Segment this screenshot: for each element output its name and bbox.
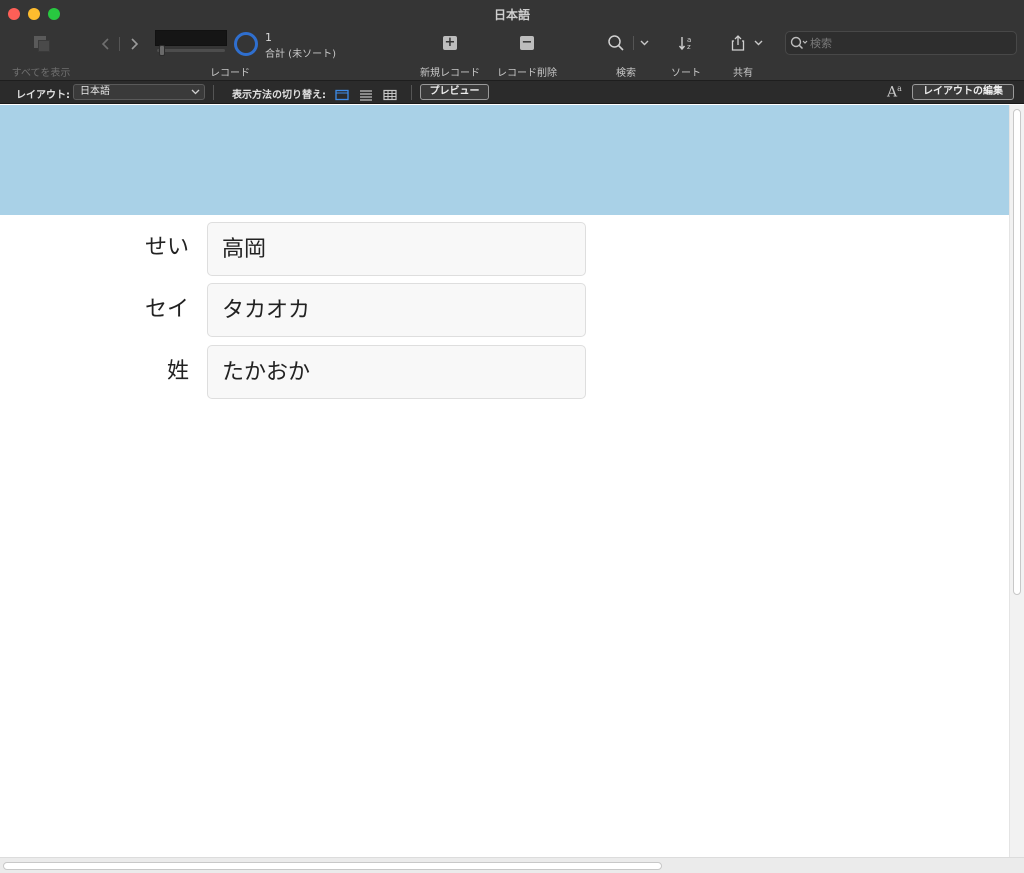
vertical-scrollbar-thumb[interactable]	[1013, 109, 1021, 595]
app-window: 日本語 すべてを表示 1 合計 (未ソート) レコード + 新規レコード − レ…	[0, 0, 1024, 873]
layout-bar-separator	[411, 85, 412, 100]
chevron-down-icon	[191, 85, 200, 104]
field-sei-hiragana[interactable]: 高岡	[207, 222, 586, 276]
next-record-icon[interactable]	[126, 34, 142, 54]
previous-record-icon[interactable]	[98, 34, 114, 54]
show-all-label: すべてを表示	[11, 68, 71, 79]
field-label-sei-katakana: セイ	[144, 297, 189, 322]
delete-record-icon[interactable]: −	[520, 36, 534, 50]
vertical-scrollbar[interactable]	[1009, 105, 1024, 857]
layout-select-value: 日本語	[80, 86, 110, 97]
layout-select[interactable]: 日本語	[73, 84, 205, 100]
toolbar-search-field[interactable]	[785, 31, 1017, 55]
table-view-icon[interactable]	[383, 86, 397, 101]
find-separator	[633, 36, 634, 50]
share-chevron-down-icon[interactable]	[752, 35, 764, 51]
sort-label: ソート	[671, 68, 701, 79]
record-label: レコード	[210, 68, 250, 79]
svg-text:z: z	[687, 43, 691, 51]
field-label-sei-hiragana: せい	[144, 235, 189, 260]
delete-record-label: レコード削除	[497, 68, 557, 79]
list-view-icon[interactable]	[359, 86, 373, 101]
new-record-icon[interactable]: +	[443, 36, 457, 50]
view-as-label: 表示方法の切り替え:	[232, 90, 326, 101]
layout-label: レイアウト:	[16, 90, 70, 101]
share-icon[interactable]	[728, 33, 748, 53]
record-slider-track[interactable]	[157, 49, 225, 52]
find-label: 検索	[616, 68, 636, 79]
edit-layout-button[interactable]: レイアウトの編集	[912, 84, 1014, 100]
record-progress-ring	[234, 32, 258, 56]
field-sei-kanji[interactable]: たかおか	[207, 345, 586, 399]
share-label: 共有	[733, 68, 753, 79]
layout-bar: レイアウト: 日本語 表示方法の切り替え: プレビュー Aa レイアウトの編集	[0, 81, 1024, 104]
new-record-label: 新規レコード	[420, 68, 480, 79]
nav-separator	[119, 37, 120, 51]
horizontal-scrollbar-thumb[interactable]	[3, 862, 662, 870]
title-toolbar: 日本語 すべてを表示 1 合計 (未ソート) レコード + 新規レコード − レ…	[0, 0, 1024, 81]
record-total: 合計 (未ソート)	[265, 49, 336, 60]
sort-icon[interactable]: az	[677, 33, 697, 53]
preview-button[interactable]: プレビュー	[420, 84, 489, 100]
layout-header-band	[0, 105, 1009, 215]
record-content: せい 高岡 セイ タカオカ 姓 たかおか	[0, 105, 1009, 857]
field-label-sei-kanji: 姓	[166, 359, 189, 384]
search-icon	[789, 35, 809, 51]
record-count: 1	[265, 31, 272, 44]
find-chevron-down-icon[interactable]	[638, 35, 650, 51]
field-sei-katakana[interactable]: タカオカ	[207, 283, 586, 337]
layout-bar-separator	[213, 85, 214, 100]
find-icon[interactable]	[606, 33, 626, 53]
show-all-icon[interactable]	[32, 34, 52, 54]
current-record-field[interactable]	[155, 30, 227, 46]
window-title: 日本語	[493, 8, 530, 22]
horizontal-scrollbar[interactable]	[0, 857, 1024, 873]
text-format-icon[interactable]: Aa	[887, 84, 902, 101]
search-input[interactable]	[810, 34, 1010, 52]
record-slider-handle[interactable]	[159, 45, 165, 56]
form-view-icon[interactable]	[335, 86, 349, 101]
